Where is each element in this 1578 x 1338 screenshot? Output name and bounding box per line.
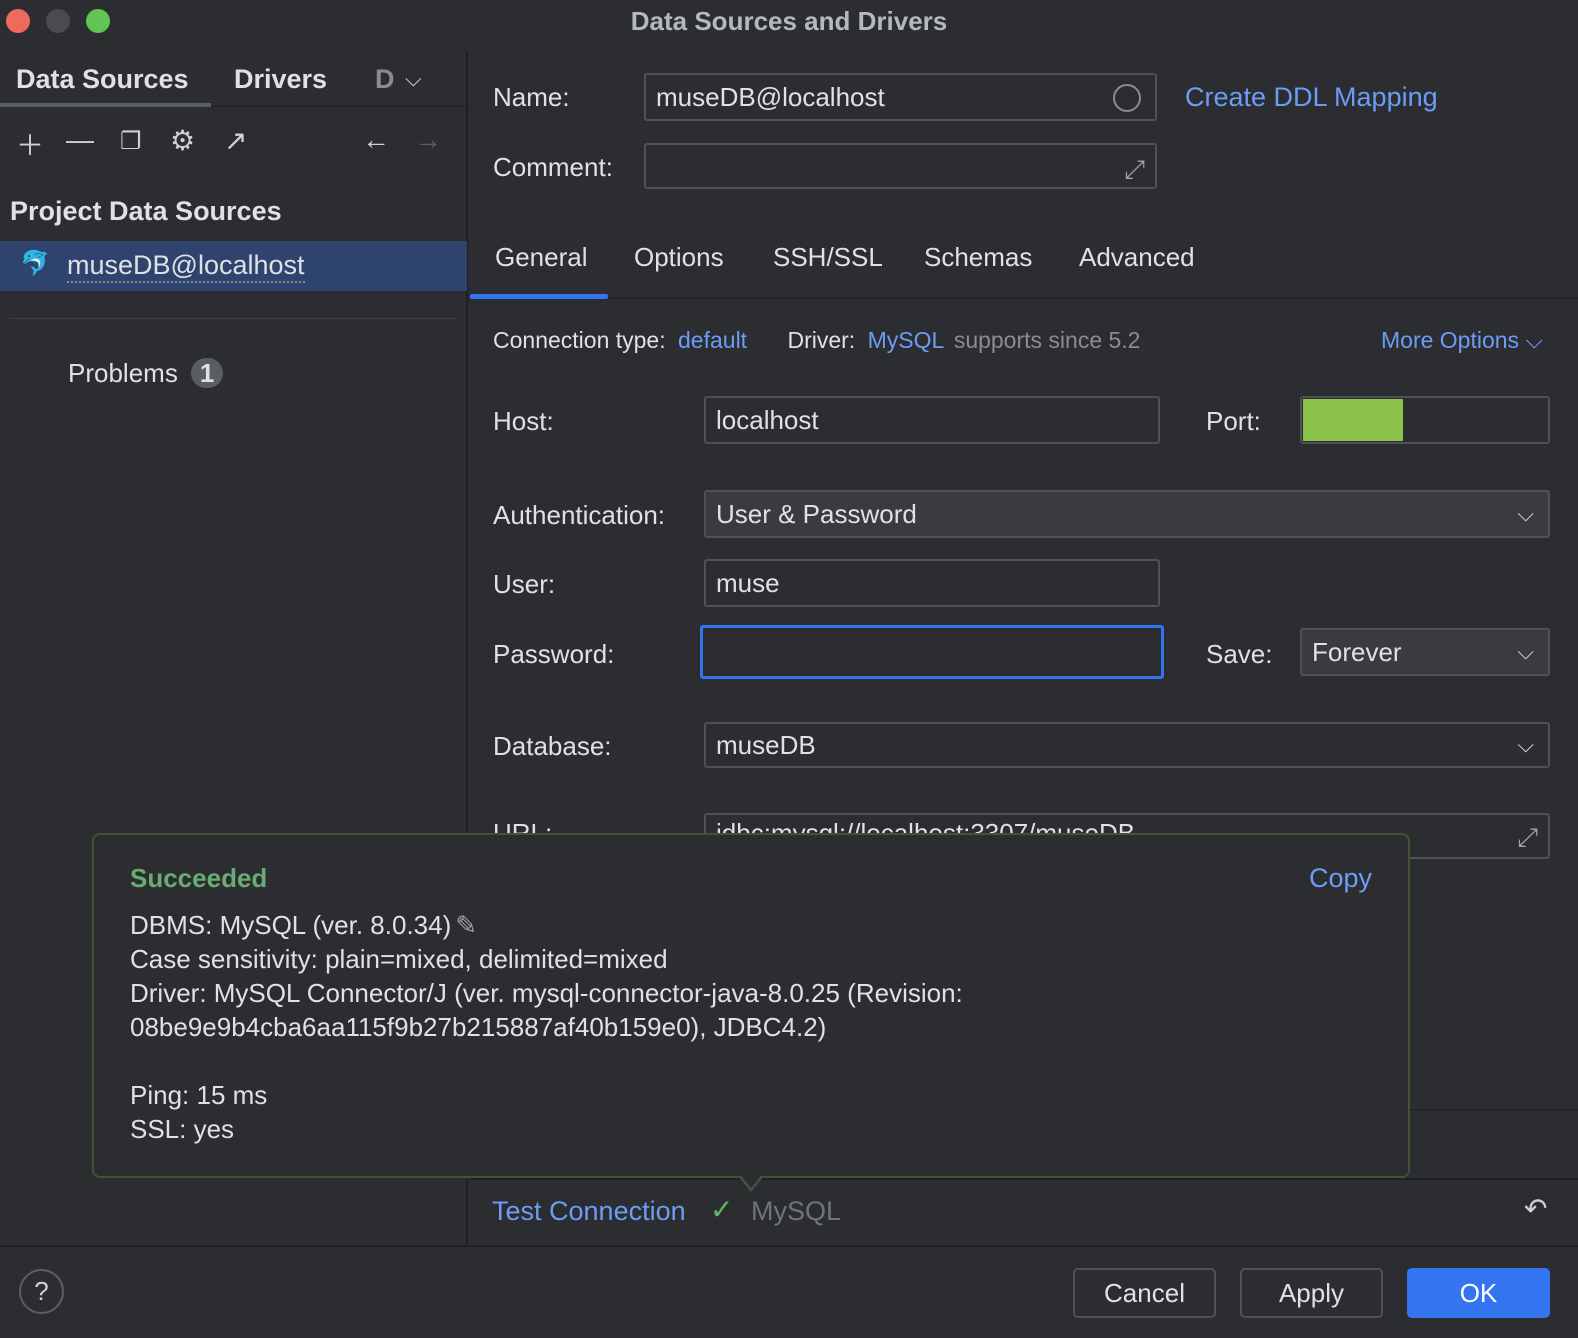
more-options-label: More Options bbox=[1381, 327, 1520, 353]
tab-options[interactable]: Options bbox=[634, 242, 724, 273]
back-arrow-icon[interactable]: ← bbox=[362, 124, 390, 156]
password-label: Password: bbox=[493, 639, 615, 669]
driver-note: supports since 5.2 bbox=[953, 327, 1141, 353]
popup-pointer-inner bbox=[740, 1174, 762, 1188]
save-select[interactable]: Forever ⌵ bbox=[1300, 628, 1550, 676]
user-label: User: bbox=[493, 569, 556, 599]
divider bbox=[608, 298, 1578, 299]
tab-schemas[interactable]: Schemas bbox=[924, 242, 1032, 273]
list-item-selected[interactable]: 🐬 museDB@localhost bbox=[0, 241, 467, 291]
expand-icon[interactable]: ⤢ bbox=[1124, 147, 1145, 191]
comment-label: Comment: bbox=[493, 152, 613, 182]
problems-item[interactable]: Problems 1 bbox=[68, 358, 224, 389]
connection-info: Connection type: default Driver: MySQL s… bbox=[493, 327, 1140, 354]
database-input[interactable]: museDB ⌵ bbox=[704, 722, 1550, 768]
status-succeeded: Succeeded bbox=[130, 863, 268, 893]
check-icon: ✓ bbox=[710, 1194, 734, 1225]
driver-revision-line: 08be9e9b4cba6aa115f9b27b215887af40b159e0… bbox=[130, 1012, 827, 1042]
driver-link[interactable]: MySQL bbox=[868, 327, 944, 353]
save-value: Forever bbox=[1312, 637, 1402, 667]
forward-arrow-icon: → bbox=[414, 124, 442, 155]
comment-input[interactable]: ⤢ bbox=[644, 143, 1157, 189]
driver-line: Driver: MySQL Connector/J (ver. mysql-co… bbox=[130, 978, 963, 1008]
chevron-down-icon: ⌵ bbox=[1517, 501, 1534, 526]
cancel-button[interactable]: Cancel bbox=[1073, 1268, 1216, 1318]
chevron-down-icon: ⌵ bbox=[1525, 327, 1543, 353]
password-input[interactable] bbox=[700, 625, 1164, 679]
pencil-icon[interactable]: ✎ bbox=[455, 910, 477, 940]
duplicate-icon[interactable]: ❐ bbox=[120, 127, 142, 156]
tab-general[interactable]: General bbox=[495, 242, 588, 273]
add-icon[interactable]: ＋ bbox=[16, 124, 44, 164]
auth-value: User & Password bbox=[716, 499, 917, 529]
create-ddl-mapping-link[interactable]: Create DDL Mapping bbox=[1185, 82, 1438, 113]
apply-button[interactable]: Apply bbox=[1240, 1268, 1383, 1318]
test-connection-result-popup: Succeeded Copy DBMS: MySQL (ver. 8.0.34)… bbox=[92, 833, 1410, 1178]
mysql-dolphin-icon: 🐬 bbox=[20, 250, 50, 277]
ssl-line: SSL: yes bbox=[130, 1114, 235, 1144]
remove-icon[interactable]: — bbox=[66, 124, 94, 156]
port-redaction bbox=[1303, 399, 1403, 441]
host-label: Host: bbox=[493, 406, 554, 436]
tab-advanced[interactable]: Advanced bbox=[1079, 242, 1195, 273]
conn-type-label: Connection type: bbox=[493, 327, 666, 353]
test-driver-label: MySQL bbox=[751, 1196, 842, 1226]
port-label: Port: bbox=[1206, 406, 1261, 436]
test-connection-link[interactable]: Test Connection bbox=[492, 1196, 686, 1227]
revert-icon[interactable]: ↶ bbox=[1524, 1192, 1547, 1225]
gear-icon[interactable]: ⚙ bbox=[170, 124, 195, 157]
tab-ssh-ssl[interactable]: SSH/SSL bbox=[773, 242, 883, 273]
divider bbox=[470, 1178, 1578, 1180]
authentication-label: Authentication: bbox=[493, 500, 666, 530]
more-options-link[interactable]: More Options ⌵ bbox=[1381, 327, 1543, 354]
active-tab-indicator bbox=[0, 103, 211, 107]
expand-icon[interactable]: ⤢ bbox=[1517, 819, 1538, 855]
data-source-name: museDB@localhost bbox=[67, 250, 305, 283]
ping-line: Ping: 15 ms bbox=[130, 1080, 268, 1110]
name-label: Name: bbox=[493, 82, 570, 112]
chevron-down-icon[interactable]: ⌵ bbox=[1517, 724, 1534, 766]
active-tab-indicator bbox=[470, 294, 608, 299]
section-header: Project Data Sources bbox=[10, 196, 282, 226]
conn-type-link[interactable]: default bbox=[678, 327, 747, 353]
authentication-select[interactable]: User & Password ⌵ bbox=[704, 490, 1550, 538]
case-sensitivity-line: Case sensitivity: plain=mixed, delimited… bbox=[130, 944, 668, 974]
chevron-down-icon: ⌵ bbox=[1517, 639, 1534, 664]
problems-label: Problems bbox=[68, 358, 178, 388]
chevron-down-icon[interactable]: ⌵ bbox=[405, 66, 422, 92]
window-title: Data Sources and Drivers bbox=[630, 6, 948, 36]
dbms-line: DBMS: MySQL (ver. 8.0.34) bbox=[130, 910, 452, 940]
user-input[interactable]: muse bbox=[704, 559, 1160, 607]
help-button[interactable]: ? bbox=[19, 1269, 64, 1314]
name-input[interactable]: museDB@localhost bbox=[644, 73, 1157, 121]
tab-drivers[interactable]: Drivers bbox=[234, 64, 327, 95]
name-value: museDB@localhost bbox=[656, 82, 885, 112]
database-value: museDB bbox=[716, 730, 816, 760]
ok-button[interactable]: OK bbox=[1407, 1268, 1550, 1318]
color-circle-icon[interactable] bbox=[1113, 84, 1141, 112]
divider bbox=[0, 1245, 1578, 1247]
tab-data-sources[interactable]: Data Sources bbox=[16, 64, 189, 95]
copy-link[interactable]: Copy bbox=[1309, 863, 1372, 894]
driver-label: Driver: bbox=[787, 327, 856, 353]
divider bbox=[211, 106, 468, 107]
host-input[interactable]: localhost bbox=[704, 396, 1160, 444]
database-label: Database: bbox=[493, 731, 612, 761]
open-external-icon[interactable]: ↗ bbox=[224, 124, 247, 157]
divider bbox=[10, 318, 458, 319]
save-label: Save: bbox=[1206, 639, 1273, 669]
tab-overflow[interactable]: D bbox=[375, 64, 395, 95]
port-input[interactable] bbox=[1300, 396, 1550, 444]
problems-count-badge: 1 bbox=[191, 358, 224, 388]
